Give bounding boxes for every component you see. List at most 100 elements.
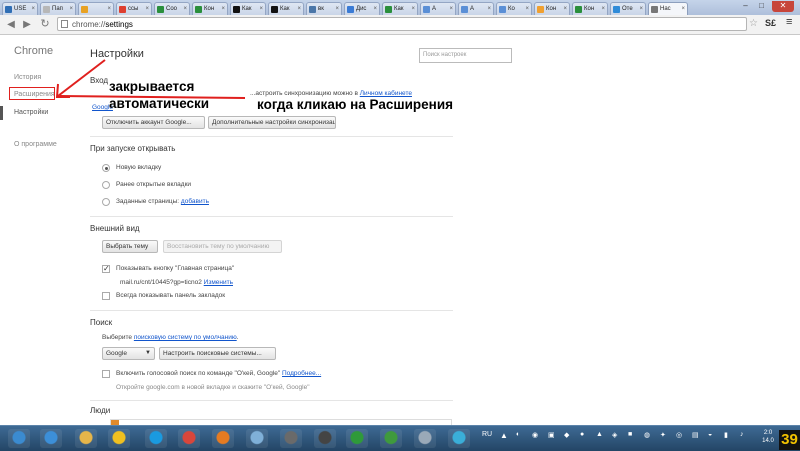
tray-app-icon[interactable]: ◍	[644, 431, 650, 439]
tray-app-icon[interactable]: ◉	[532, 431, 538, 439]
close-tab-icon[interactable]: ×	[107, 6, 111, 12]
tray-up-icon[interactable]: ▲	[500, 431, 508, 440]
reset-theme-button[interactable]: Восстановить тему по умолчанию	[163, 240, 282, 253]
tray-app-icon[interactable]: ●	[580, 431, 584, 438]
tray-app-icon[interactable]: ▣	[548, 431, 555, 439]
browser-tab[interactable]: Как ×	[382, 2, 418, 15]
close-window-button[interactable]: ✕	[772, 1, 794, 12]
forward-icon[interactable]: ▶	[20, 18, 34, 31]
minimize-button[interactable]: –	[738, 1, 753, 12]
browser-tab[interactable]: Пап ×	[40, 2, 76, 15]
browser-tab[interactable]: USE ×	[2, 2, 38, 15]
extension-icon[interactable]: S£	[765, 18, 776, 28]
browser-tab[interactable]: Как ×	[230, 2, 266, 15]
media-icon[interactable]	[108, 429, 130, 448]
tray-app-icon[interactable]: ▤	[692, 431, 699, 439]
manage-search-engines-button[interactable]: Настроить поисковые системы...	[159, 347, 276, 360]
maximize-button[interactable]: □	[754, 1, 769, 12]
close-tab-icon[interactable]: ×	[681, 6, 685, 12]
close-tab-icon[interactable]: ×	[335, 6, 339, 12]
back-icon[interactable]: ◀	[4, 18, 18, 31]
startup-newtab-radio[interactable]	[102, 164, 110, 172]
close-tab-icon[interactable]: ×	[69, 6, 73, 12]
home-button-checkbox[interactable]: ✓	[102, 265, 110, 273]
download-icon[interactable]	[414, 429, 436, 448]
browser-tab[interactable]: А ×	[458, 2, 494, 15]
voice-search-checkbox[interactable]	[102, 370, 110, 378]
browser-tab[interactable]: Как ×	[268, 2, 304, 15]
startup-add-link[interactable]: добавить	[181, 198, 209, 205]
browser-tab[interactable]: Нас ×	[648, 2, 688, 15]
close-tab-icon[interactable]: ×	[221, 6, 225, 12]
browser-tab[interactable]: Соо ×	[154, 2, 190, 15]
clock[interactable]: 2:0 14.0	[757, 429, 779, 445]
tray-app-icon[interactable]: ◎	[676, 431, 682, 439]
close-tab-icon[interactable]: ×	[259, 6, 263, 12]
close-tab-icon[interactable]: ×	[183, 6, 187, 12]
chrome-help-favicon	[233, 5, 240, 13]
nav-about[interactable]: О программе	[14, 141, 57, 148]
tray-app-icon[interactable]: ◆	[564, 431, 569, 439]
browser-tab[interactable]: Оте ×	[610, 2, 646, 15]
close-tab-icon[interactable]: ×	[639, 6, 643, 12]
tray-app-icon[interactable]: ▲	[596, 431, 603, 438]
bookmarks-bar-checkbox[interactable]	[102, 292, 110, 300]
browser-tab[interactable]: вк ×	[306, 2, 342, 15]
nav-settings[interactable]: Настройки	[14, 109, 48, 116]
browser-tab[interactable]: ссы ×	[116, 2, 152, 15]
utorrent-icon[interactable]	[380, 429, 402, 448]
address-bar[interactable]: chrome://settings	[57, 17, 747, 31]
tray-app-icon[interactable]: ◈	[612, 431, 617, 439]
chrome-icon[interactable]	[178, 429, 200, 448]
skype-icon[interactable]	[145, 429, 167, 448]
ie-icon[interactable]	[40, 429, 62, 448]
mail-agent-icon[interactable]	[346, 429, 368, 448]
tray-app-icon[interactable]: ◒	[708, 431, 712, 438]
settings-search-input[interactable]: Поиск настроек	[419, 48, 512, 63]
tray-app-icon[interactable]: ■	[628, 431, 632, 438]
paint-icon[interactable]	[246, 429, 268, 448]
close-tab-icon[interactable]: ×	[563, 6, 567, 12]
video-icon[interactable]	[280, 429, 302, 448]
reload-icon[interactable]: ↻	[38, 18, 52, 31]
nav-history[interactable]: История	[14, 74, 41, 81]
edge-icon[interactable]	[448, 429, 470, 448]
firefox-icon[interactable]	[212, 429, 234, 448]
explorer-icon[interactable]	[75, 429, 97, 448]
close-tab-icon[interactable]: ×	[297, 6, 301, 12]
choose-theme-button[interactable]: Выбрать тему	[102, 240, 158, 253]
tray-app-icon[interactable]: ✦	[660, 431, 666, 439]
tray-app-icon[interactable]: ◐	[516, 431, 520, 438]
advanced-sync-button[interactable]: Дополнительные настройки синхронизации	[208, 116, 336, 129]
language-indicator[interactable]: RU	[482, 431, 492, 438]
browser-tab[interactable]: ×	[78, 2, 114, 15]
close-tab-icon[interactable]: ×	[31, 6, 35, 12]
network-icon[interactable]: ▮	[724, 431, 728, 439]
close-tab-icon[interactable]: ×	[487, 6, 491, 12]
browser-tab[interactable]: Дис ×	[344, 2, 380, 15]
volume-icon[interactable]: ♪	[740, 431, 744, 438]
bookmark-star-icon[interactable]: ☆	[749, 18, 758, 29]
startup-restore-radio[interactable]	[102, 181, 110, 189]
close-tab-icon[interactable]: ×	[449, 6, 453, 12]
games-icon[interactable]	[314, 429, 336, 448]
close-tab-icon[interactable]: ×	[525, 6, 529, 12]
browser-tab[interactable]: Кон ×	[192, 2, 228, 15]
account-link[interactable]: Личном кабинете	[360, 90, 412, 97]
close-tab-icon[interactable]: ×	[601, 6, 605, 12]
browser-tab[interactable]: Кон ×	[572, 2, 608, 15]
close-tab-icon[interactable]: ×	[145, 6, 149, 12]
search-engine-select[interactable]: Google ▼	[102, 347, 155, 360]
close-tab-icon[interactable]: ×	[411, 6, 415, 12]
startup-pages-radio[interactable]	[102, 198, 110, 206]
browser-tab[interactable]: Ко ×	[496, 2, 532, 15]
menu-icon[interactable]: ≡	[786, 16, 792, 28]
start-icon[interactable]	[8, 429, 30, 448]
home-change-link[interactable]: Изменить	[204, 279, 233, 286]
default-search-link[interactable]: поисковую систему по умолчанию	[134, 334, 237, 341]
voice-more-link[interactable]: Подробнее...	[282, 370, 321, 377]
browser-tab[interactable]: Кон ×	[534, 2, 570, 15]
close-tab-icon[interactable]: ×	[373, 6, 377, 12]
browser-tab[interactable]: А ×	[420, 2, 456, 15]
disconnect-account-button[interactable]: Отключить аккаунт Google...	[102, 116, 205, 129]
